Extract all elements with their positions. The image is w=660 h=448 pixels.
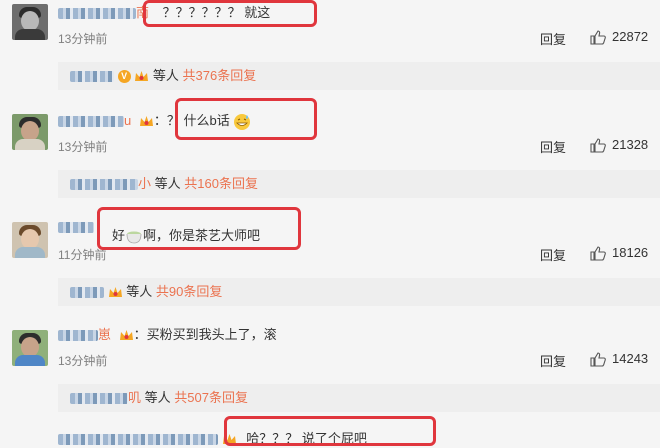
username-blurred[interactable] (70, 179, 138, 191)
avatar[interactable] (12, 330, 48, 366)
username[interactable]: u (124, 113, 131, 128)
reply-summary[interactable]: V 等人 共376条回复 (58, 62, 660, 90)
username-blurred[interactable] (70, 71, 114, 83)
reply-summary-suffix: 等人 (152, 68, 179, 83)
highlight-box (175, 98, 317, 140)
thumbs-up-icon[interactable] (590, 30, 606, 45)
reply-button[interactable]: 回复 (540, 137, 566, 156)
thumbs-up-icon[interactable] (590, 352, 606, 367)
timestamp: 13分钟前 (58, 32, 108, 46)
reply-summary-suffix: 等人 (144, 390, 171, 405)
highlight-box (143, 0, 317, 27)
username[interactable]: 崽 (98, 327, 111, 342)
username-blurred[interactable] (58, 116, 124, 128)
username-blurred[interactable] (70, 393, 128, 405)
highlight-box (224, 416, 436, 446)
reply-summary[interactable]: 等人 共90条回复 (58, 278, 660, 306)
like-count: 18126 (612, 245, 649, 260)
vip-crown-icon (135, 71, 149, 82)
timestamp: 13分钟前 (58, 354, 108, 368)
reply-button[interactable]: 回复 (540, 245, 566, 264)
vip-crown-icon (108, 287, 122, 298)
thumbs-up-icon[interactable] (590, 138, 606, 153)
username-blurred[interactable] (58, 330, 98, 342)
avatar[interactable] (12, 222, 48, 258)
like-count: 21328 (612, 137, 649, 152)
username-blurred[interactable] (70, 287, 104, 299)
v-badge-icon: V (117, 70, 131, 84)
more-replies-link[interactable]: 共376条回复 (183, 68, 257, 83)
more-replies-link[interactable]: 共160条回复 (184, 176, 258, 191)
timestamp: 13分钟前 (58, 140, 108, 154)
reply-summary-suffix: 等人 (126, 284, 153, 299)
vip-crown-icon (119, 330, 133, 341)
username-blurred[interactable] (58, 222, 94, 234)
highlight-box (97, 207, 301, 250)
reply-summary-suffix: 等人 (154, 176, 181, 191)
avatar[interactable] (12, 114, 48, 150)
thumbs-up-icon[interactable] (590, 246, 606, 261)
vip-crown-icon (139, 116, 153, 127)
comment-text: 买粉买到我头上了，滚 (146, 327, 277, 342)
username-blurred[interactable] (58, 8, 136, 20)
more-replies-link[interactable]: 共90条回复 (156, 284, 222, 299)
reply-button[interactable]: 回复 (540, 351, 566, 370)
reply-button[interactable]: 回复 (540, 29, 566, 48)
more-replies-link[interactable]: 共507条回复 (174, 390, 248, 405)
reply-summary[interactable]: 叽 等人 共507条回复 (58, 384, 660, 412)
like-count: 14243 (612, 351, 649, 366)
avatar[interactable] (12, 4, 48, 40)
reply-summary[interactable]: 小 等人 共160条回复 (58, 170, 660, 198)
like-count: 22872 (612, 29, 649, 44)
